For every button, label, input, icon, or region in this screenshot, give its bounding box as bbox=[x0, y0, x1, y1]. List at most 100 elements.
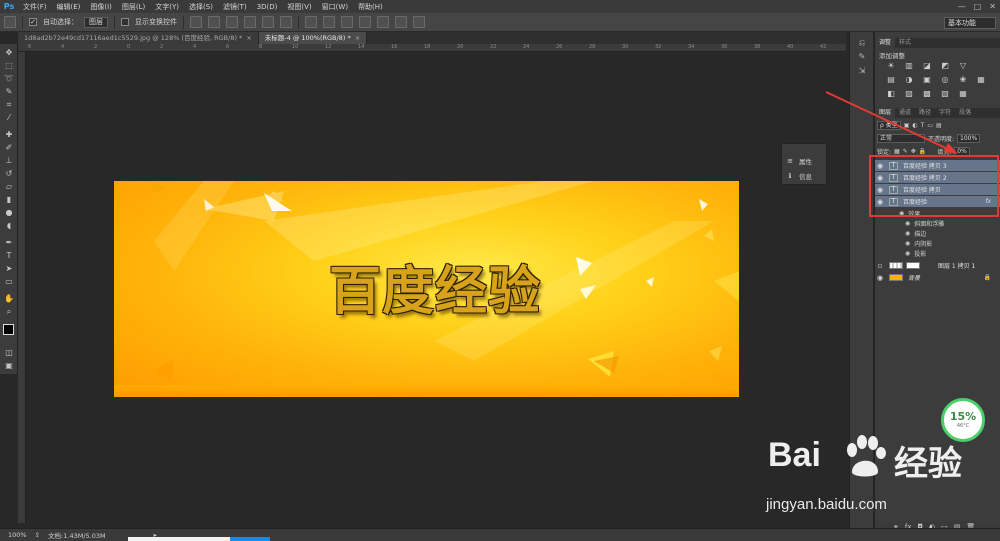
menu-window[interactable]: 窗口(W) bbox=[317, 2, 353, 12]
move-tool-icon[interactable]: ✥ bbox=[4, 48, 14, 58]
filter-shape-icon[interactable]: ▭ bbox=[927, 122, 933, 129]
lock-position-icon[interactable]: ✥ bbox=[911, 148, 916, 155]
effect-item[interactable]: ◉ 斜面和浮雕 bbox=[875, 219, 1000, 228]
effect-item[interactable]: ◉ 投影 bbox=[875, 249, 1000, 258]
eye-icon[interactable]: ◉ bbox=[905, 240, 910, 247]
tab-document-1[interactable]: 1d8ad2b72e49cd17116aed1c5529.jpg @ 128% … bbox=[18, 32, 259, 44]
hue-saturation-icon[interactable]: ▤ bbox=[885, 75, 897, 85]
threshold-icon[interactable]: ▩ bbox=[921, 89, 933, 99]
levels-icon[interactable]: ▥ bbox=[903, 61, 915, 71]
type-tool-icon[interactable]: T bbox=[4, 251, 14, 261]
filter-smart-icon[interactable]: ▤ bbox=[936, 122, 942, 129]
dodge-tool-icon[interactable]: ◖ bbox=[4, 221, 14, 231]
lock-pixels-icon[interactable]: ✎ bbox=[903, 148, 908, 155]
screen-mode-icon[interactable]: ▣ bbox=[4, 361, 14, 371]
eye-icon[interactable]: ◉ bbox=[905, 220, 910, 227]
canvas-heading-text[interactable]: 百度经验 bbox=[290, 249, 580, 324]
history-icon[interactable]: ⎌ bbox=[857, 38, 867, 48]
properties-item[interactable]: ≡ 属性 bbox=[786, 156, 812, 166]
eye-icon[interactable]: ◉ bbox=[905, 250, 910, 257]
zoom-tool-icon[interactable]: ⌕ bbox=[4, 307, 14, 317]
hidden-eye-box[interactable]: ▫ bbox=[875, 262, 885, 270]
blend-mode-dropdown[interactable]: 正常 bbox=[877, 134, 925, 143]
maximize-button[interactable]: □ bbox=[974, 2, 982, 11]
menu-select[interactable]: 选择(S) bbox=[184, 2, 218, 12]
distribute-bottom-icon[interactable] bbox=[341, 16, 353, 28]
photo-filter-icon[interactable]: ◎ bbox=[939, 75, 951, 85]
gradient-tool-icon[interactable]: ▮ bbox=[4, 195, 14, 205]
shape-tool-icon[interactable]: ▭ bbox=[4, 277, 14, 287]
effect-item[interactable]: ◉ 描边 bbox=[875, 229, 1000, 238]
lasso-tool-icon[interactable]: ➰ bbox=[4, 74, 14, 84]
pen-tool-icon[interactable]: ✒ bbox=[4, 238, 14, 248]
close-icon[interactable]: × bbox=[246, 34, 251, 42]
curves-icon[interactable]: ◪ bbox=[921, 61, 933, 71]
menu-3d[interactable]: 3D(D) bbox=[252, 3, 283, 11]
history-brush-icon[interactable]: ↺ bbox=[4, 169, 14, 179]
share-icon[interactable]: ⇪ bbox=[35, 531, 40, 539]
color-balance-icon[interactable]: ◑ bbox=[903, 75, 915, 85]
distribute-left-icon[interactable] bbox=[359, 16, 371, 28]
minimize-button[interactable]: — bbox=[958, 2, 966, 11]
info-item[interactable]: ℹ 信息 bbox=[786, 171, 812, 181]
distribute-hcenter-icon[interactable] bbox=[377, 16, 389, 28]
distribute-vcenter-icon[interactable] bbox=[323, 16, 335, 28]
align-right-icon[interactable] bbox=[280, 16, 292, 28]
align-left-icon[interactable] bbox=[244, 16, 256, 28]
posterize-icon[interactable]: ▨ bbox=[903, 89, 915, 99]
menu-layer[interactable]: 图层(L) bbox=[117, 2, 150, 12]
visibility-eye-icon[interactable]: ◉ bbox=[875, 274, 885, 282]
brush-tool-icon[interactable]: ✐ bbox=[4, 143, 14, 153]
crop-tool-icon[interactable]: ⌗ bbox=[4, 100, 14, 110]
brush-preset-icon[interactable]: ✎ bbox=[857, 52, 867, 62]
tab-styles[interactable]: 样式 bbox=[895, 38, 915, 48]
channel-mixer-icon[interactable]: ❀ bbox=[957, 75, 969, 85]
align-vcenter-icon[interactable] bbox=[208, 16, 220, 28]
tab-paths[interactable]: 路径 bbox=[915, 108, 935, 118]
tab-document-2[interactable]: 未标题-4 @ 100%(RGB/8) * × bbox=[258, 32, 368, 44]
eyedropper-tool-icon[interactable]: ⁄ bbox=[4, 113, 14, 123]
zoom-level[interactable]: 100% bbox=[8, 531, 27, 539]
filter-type-icon[interactable]: T bbox=[921, 122, 925, 129]
move-tool-preset-icon[interactable] bbox=[4, 16, 16, 28]
filter-image-icon[interactable]: ▣ bbox=[904, 122, 910, 129]
brightness-icon[interactable]: ☀ bbox=[885, 61, 897, 71]
menu-file[interactable]: 文件(F) bbox=[18, 2, 52, 12]
eye-icon[interactable]: ◉ bbox=[905, 230, 910, 237]
show-transform-checkbox[interactable] bbox=[121, 18, 129, 26]
eraser-tool-icon[interactable]: ▱ bbox=[4, 182, 14, 192]
align-hcenter-icon[interactable] bbox=[262, 16, 274, 28]
menu-help[interactable]: 帮助(H) bbox=[353, 2, 388, 12]
blur-tool-icon[interactable]: ● bbox=[4, 208, 14, 218]
healing-tool-icon[interactable]: ✚ bbox=[4, 130, 14, 140]
black-white-icon[interactable]: ▣ bbox=[921, 75, 933, 85]
marquee-tool-icon[interactable]: ⬚ bbox=[4, 61, 14, 71]
distribute-right-icon[interactable] bbox=[395, 16, 407, 28]
exposure-icon[interactable]: ◩ bbox=[939, 61, 951, 71]
menu-filter[interactable]: 滤镜(T) bbox=[218, 2, 252, 12]
stamp-tool-icon[interactable]: ⊥ bbox=[4, 156, 14, 166]
menu-edit[interactable]: 编辑(E) bbox=[52, 2, 86, 12]
tab-layers[interactable]: 图层 bbox=[875, 108, 896, 118]
distribute-top-icon[interactable] bbox=[305, 16, 317, 28]
ruler-horizontal[interactable]: 6 4 2 0 2 4 6 8 10 12 14 16 18 20 22 24 26 28 30 32 34 36 38 40… bbox=[18, 44, 846, 52]
opacity-input[interactable]: 100% bbox=[957, 134, 981, 143]
close-window-button[interactable]: ✕ bbox=[989, 2, 996, 11]
invert-icon[interactable]: ◧ bbox=[885, 89, 897, 99]
lock-all-icon[interactable]: 🔒 bbox=[919, 148, 926, 155]
filter-adjust-icon[interactable]: ◐ bbox=[912, 122, 917, 129]
tab-adjustments[interactable]: 调整 bbox=[875, 38, 896, 48]
menu-view[interactable]: 视图(V) bbox=[282, 2, 316, 12]
close-icon[interactable]: × bbox=[355, 34, 360, 42]
tab-channels[interactable]: 通道 bbox=[895, 108, 915, 118]
lock-transparent-icon[interactable]: ▦ bbox=[894, 148, 900, 155]
tool-preset-icon[interactable]: ⇲ bbox=[857, 66, 867, 76]
document-canvas[interactable]: 百度经验 bbox=[114, 181, 739, 397]
align-bottom-icon[interactable] bbox=[226, 16, 238, 28]
auto-select-dropdown[interactable]: 图层 bbox=[84, 16, 108, 28]
hand-tool-icon[interactable]: ✋ bbox=[4, 294, 14, 304]
layer-filter-dropdown[interactable]: ρ 类型 bbox=[877, 121, 901, 130]
layer-row[interactable]: ▫ 图层 1 拷贝 1 bbox=[875, 260, 1000, 271]
menu-type[interactable]: 文字(Y) bbox=[150, 2, 184, 12]
color-lookup-icon[interactable]: ▦ bbox=[975, 75, 987, 85]
